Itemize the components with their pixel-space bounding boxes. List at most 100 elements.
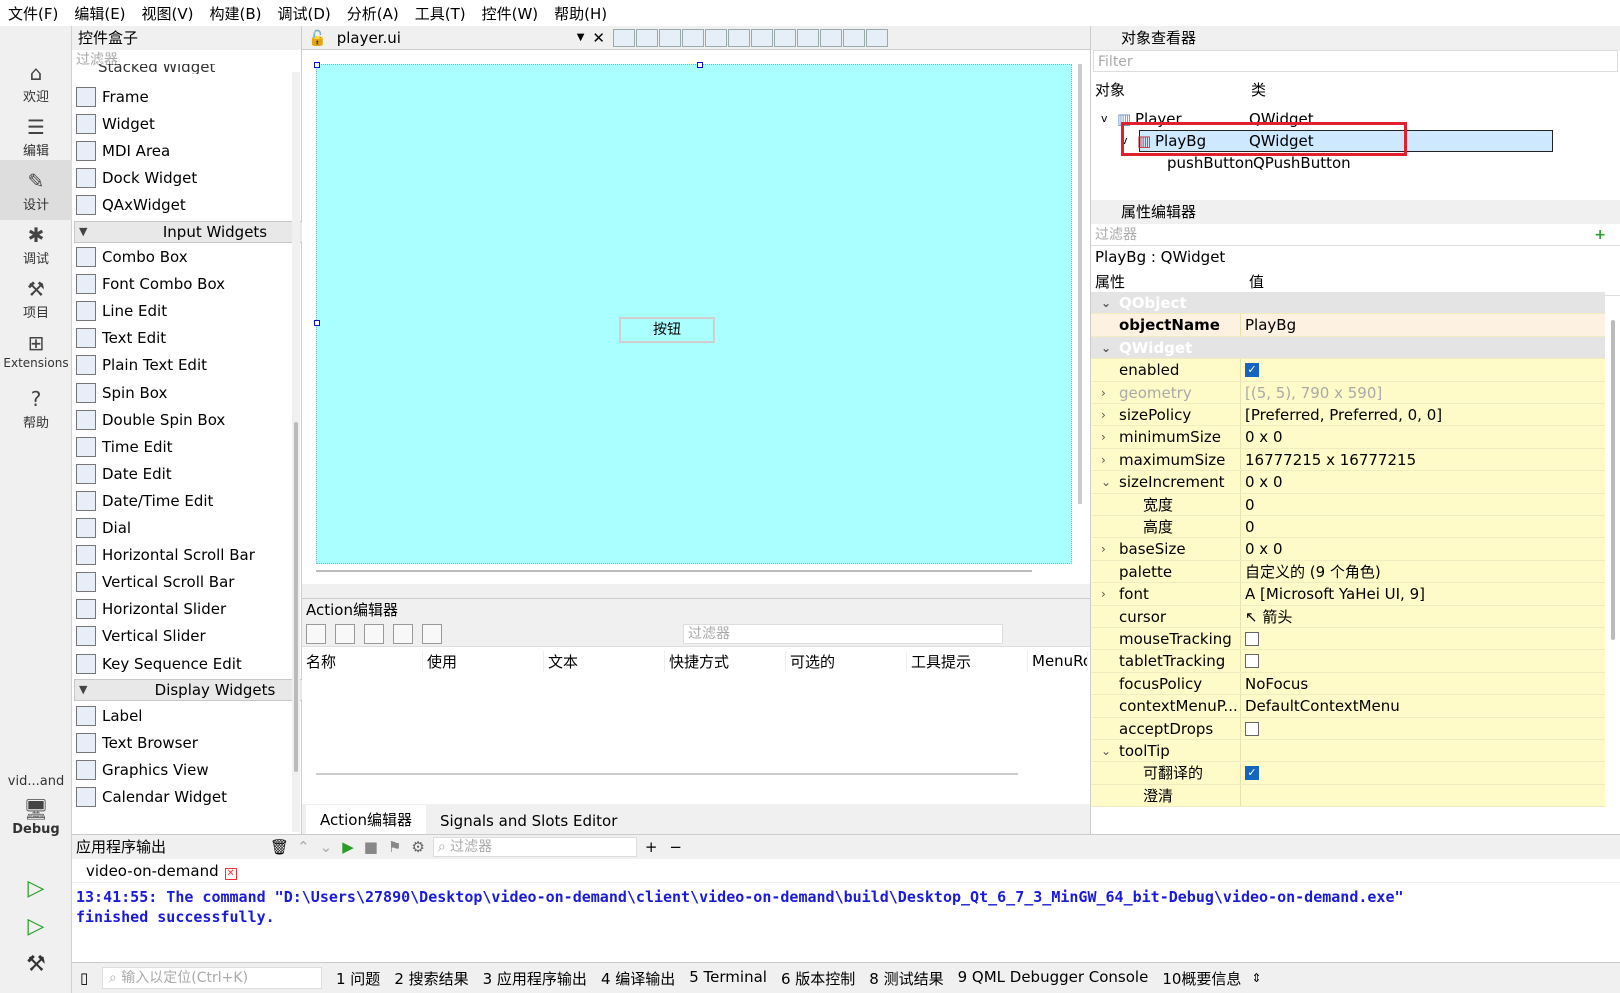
menu-item[interactable]: 控件(W) <box>482 3 539 24</box>
status-tab[interactable]: 3 应用程序输出 <box>483 968 587 989</box>
property-row[interactable]: › maximumSize 16777215 x 16777215 <box>1091 448 1605 472</box>
action-column-header[interactable]: 使用 <box>423 650 544 672</box>
property-scrollbar[interactable] <box>1609 296 1617 796</box>
debug-run-icon[interactable]: ▷ <box>0 914 72 939</box>
output-tab[interactable]: video-on-demand ✕ <box>72 859 1620 883</box>
layout-tool-icon[interactable] <box>750 28 773 47</box>
attach-icon[interactable]: ⚑ <box>388 835 401 859</box>
layout-tool-icon[interactable] <box>773 28 796 47</box>
property-row[interactable]: mouseTracking <box>1091 628 1605 651</box>
new-action-icon[interactable] <box>306 623 326 644</box>
widget-item[interactable]: Dock Widget <box>76 164 197 191</box>
checkbox[interactable] <box>1245 721 1259 736</box>
status-tab[interactable]: 1 问题 <box>336 968 380 989</box>
chevron-up-icon[interactable]: ⌃ <box>297 835 310 859</box>
property-row[interactable]: contextMenuP... DefaultContextMenu <box>1091 695 1605 718</box>
tab-action-editor[interactable]: Action编辑器 <box>306 805 426 834</box>
close-icon[interactable]: ✕ <box>592 29 605 47</box>
action-filter-input[interactable]: 过滤器 <box>683 623 1003 644</box>
property-row[interactable]: ⌄ toolTip <box>1091 740 1605 763</box>
widget-item[interactable]: Combo Box <box>76 244 188 271</box>
widget-item[interactable]: Dial <box>76 515 131 542</box>
menu-item[interactable]: 视图(V) <box>142 3 194 24</box>
kit-selector[interactable]: 🖥 Debug <box>0 796 72 837</box>
chevron-updown-icon[interactable]: ⇕ <box>1251 971 1261 985</box>
locator-input[interactable]: ⌕ 输入以定位(Ctrl+K) <box>102 967 322 989</box>
mode-help[interactable]: ? 帮助 <box>0 386 72 431</box>
widget-item[interactable]: Frame <box>76 83 149 110</box>
widget-item[interactable]: Plain Text Edit <box>76 352 207 379</box>
action-column-header[interactable]: 可选的 <box>786 650 907 672</box>
minus-icon[interactable]: − <box>669 835 682 859</box>
stop-icon[interactable]: ■ <box>364 835 378 859</box>
property-row[interactable]: tabletTracking <box>1091 650 1605 673</box>
property-row[interactable]: 澄清 <box>1091 784 1605 808</box>
chevron-right-icon[interactable]: › <box>1101 583 1106 605</box>
chevron-right-icon[interactable]: › <box>1101 538 1106 560</box>
status-tab[interactable]: 10概要信息 <box>1162 968 1241 989</box>
push-button-preview[interactable]: 按钮 <box>619 317 715 343</box>
property-row[interactable]: objectName PlayBg <box>1091 314 1605 337</box>
tab-signals-slots[interactable]: Signals and Slots Editor <box>426 808 631 834</box>
widget-item[interactable]: Label <box>76 702 142 729</box>
widget-item[interactable]: Horizontal Slider <box>76 596 226 623</box>
plus-icon[interactable]: + <box>645 835 658 859</box>
chevron-down-icon[interactable]: ⌄ <box>1101 740 1111 762</box>
property-row[interactable]: 高度 0 <box>1091 516 1605 539</box>
mode-extensions[interactable]: ⊞ Extensions <box>0 330 72 370</box>
delete-action-icon[interactable] <box>393 623 413 644</box>
widget-item[interactable]: MDI Area <box>76 137 170 164</box>
property-filter-input[interactable]: 过滤器 + <box>1091 224 1620 246</box>
widget-item[interactable]: QAxWidget <box>76 191 186 218</box>
property-row[interactable]: enabled ✓ <box>1091 359 1605 382</box>
property-row[interactable]: acceptDrops <box>1091 717 1605 740</box>
chevron-right-icon[interactable]: › <box>1101 404 1106 426</box>
paste-action-icon[interactable] <box>364 623 384 644</box>
mode-debug[interactable]: ✱ 调试 <box>0 222 72 267</box>
widget-item[interactable]: Horizontal Scroll Bar <box>76 542 255 569</box>
status-tab[interactable]: 9 QML Debugger Console <box>958 968 1149 989</box>
property-row[interactable]: ⌄ QWidget <box>1091 336 1605 360</box>
checkbox[interactable] <box>1245 632 1259 646</box>
property-row[interactable]: › font A [Microsoft YaHei UI, 9] <box>1091 583 1605 606</box>
layout-tool-icon[interactable] <box>704 28 727 47</box>
property-row[interactable]: ⌄ sizeIncrement 0 x 0 <box>1091 471 1605 494</box>
layout-tool-icon[interactable] <box>612 28 635 47</box>
layout-tool-icon[interactable] <box>842 28 865 47</box>
layout-tool-icon[interactable] <box>819 28 842 47</box>
status-tab[interactable]: 5 Terminal <box>689 968 767 989</box>
status-tab[interactable]: 8 测试结果 <box>869 968 943 989</box>
widget-item[interactable]: Calendar Widget <box>76 783 227 810</box>
chevron-right-icon[interactable]: › <box>1101 382 1106 404</box>
clear-icon[interactable]: 🗑 <box>270 835 289 859</box>
chevron-down-icon[interactable]: ⌄ <box>1101 471 1111 493</box>
build-icon[interactable]: ⚒ <box>0 952 72 977</box>
selection-handle[interactable] <box>314 62 320 68</box>
run-icon[interactable]: ▷ <box>0 876 72 901</box>
mode-edit[interactable]: ☰ 编辑 <box>0 114 72 159</box>
property-row[interactable]: › geometry [(5, 5), 790 x 590] <box>1091 381 1605 404</box>
widget-item[interactable]: Key Sequence Edit <box>76 650 242 677</box>
chevron-right-icon[interactable]: › <box>1101 449 1106 471</box>
layout-tool-icon[interactable] <box>865 28 888 47</box>
layout-tool-icon[interactable] <box>658 28 681 47</box>
property-row[interactable]: › minimumSize 0 x 0 <box>1091 426 1605 449</box>
status-tab[interactable]: 2 搜索结果 <box>394 968 468 989</box>
status-tab[interactable]: 4 编译输出 <box>601 968 675 989</box>
widget-item[interactable]: Graphics View <box>76 756 209 783</box>
menu-item[interactable]: 文件(F) <box>8 3 58 24</box>
property-row[interactable]: focusPolicy NoFocus <box>1091 672 1605 696</box>
layout-tool-icon[interactable] <box>635 28 658 47</box>
layout-tool-icon[interactable] <box>796 28 819 47</box>
action-column-header[interactable]: MenuRo <box>1028 652 1088 670</box>
widget-item[interactable]: Double Spin Box <box>76 406 225 433</box>
chevron-down-icon[interactable]: ▼ <box>577 32 585 43</box>
action-column-header[interactable]: 文本 <box>544 650 665 672</box>
output-filter-input[interactable]: ⌕ 过滤器 <box>432 837 637 857</box>
property-row[interactable]: ⌄ QObject <box>1091 292 1605 315</box>
mode-welcome[interactable]: ⌂ 欢迎 <box>0 60 72 105</box>
widget-item[interactable]: Widget <box>76 110 155 137</box>
editor-hscrollbar[interactable] <box>316 570 1032 572</box>
file-name-combo[interactable]: player.ui <box>337 29 577 47</box>
widget-item[interactable]: Time Edit <box>76 433 173 460</box>
